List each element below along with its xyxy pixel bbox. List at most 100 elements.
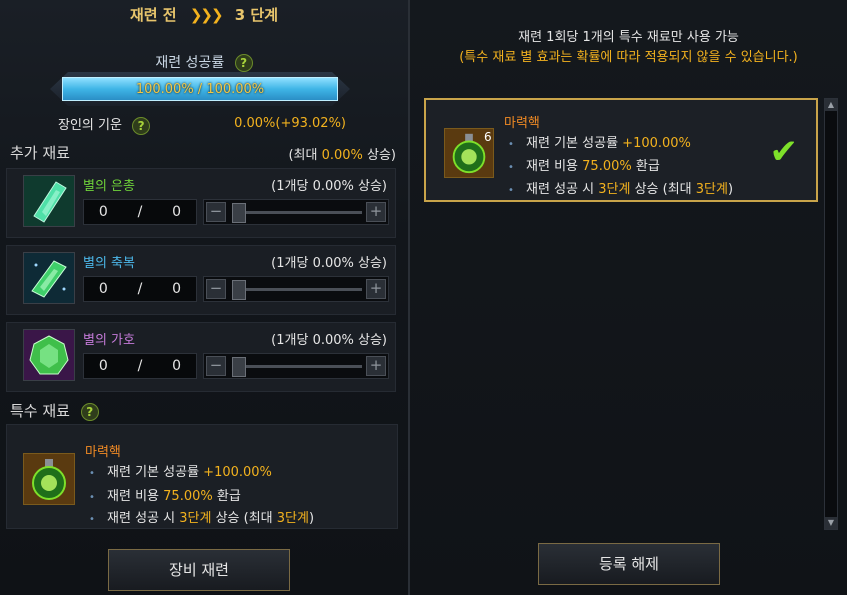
- material-qty-max: 0: [172, 281, 182, 297]
- effect-text: 재련 성공 시: [526, 182, 599, 197]
- extra-materials-title: 추가 재료: [10, 144, 70, 162]
- extra-max-value: 0.00%: [321, 148, 363, 163]
- extra-max-prefix: (최대: [288, 148, 322, 163]
- special-name: 마력핵: [504, 116, 540, 131]
- material-quantity: 0 / 0: [83, 199, 197, 225]
- material-row-star-protection: 별의 가호 (1개당 0.00% 상승) 0 / 0 − +: [6, 322, 396, 392]
- notice-line-1: 재련 1회당 1개의 특수 재료만 사용 가능: [518, 30, 739, 45]
- slider-track[interactable]: [232, 288, 362, 291]
- material-quantity: 0 / 0: [83, 353, 197, 379]
- effect-text: 상승 (최대: [630, 182, 696, 197]
- material-qty: 0: [98, 358, 108, 374]
- material-name: 별의 가호: [83, 333, 135, 348]
- plus-button[interactable]: +: [366, 279, 386, 299]
- material-qty-sep: /: [137, 281, 143, 297]
- effect-value: 3단계: [695, 182, 728, 197]
- slider-track[interactable]: [232, 365, 362, 368]
- refine-panel: 재련 전 ❯❯❯ 3 단계 재련 성공률 ? 100.00% / 100.00%…: [0, 0, 408, 595]
- success-rate-title: 재련 성공률 ?: [0, 52, 408, 72]
- effect-text: 상승 (최대: [211, 511, 277, 526]
- effect-text: 재련 기본 성공률: [107, 465, 204, 480]
- star-blessing-icon: [23, 252, 75, 304]
- special-material-list-panel: 재련 1회당 1개의 특수 재료만 사용 가능 (특수 재료 별 효과는 확률에…: [410, 0, 847, 595]
- slider-thumb[interactable]: [232, 280, 246, 300]
- star-protection-icon: [23, 329, 75, 381]
- notice-line-2: (특수 재료 별 효과는 확률에 따라 적용되지 않을 수 있습니다.): [459, 50, 798, 65]
- slider-thumb[interactable]: [232, 357, 246, 377]
- unregister-button[interactable]: 등록 해제: [538, 543, 720, 585]
- registered-special-material[interactable]: 6 마력핵 재련 기본 성공률 +100.00% 재련 비용 75.00% 환급…: [424, 98, 818, 202]
- minus-button[interactable]: −: [206, 279, 226, 299]
- material-slider[interactable]: − +: [203, 353, 389, 379]
- minus-button[interactable]: −: [206, 202, 226, 222]
- effect-text: 환급: [212, 489, 241, 504]
- special-material-slot[interactable]: 마력핵 재련 기본 성공률 +100.00% 재련 비용 75.00% 환급 재…: [6, 424, 398, 529]
- material-qty-sep: /: [137, 204, 143, 220]
- effect-text: 재련 비용: [526, 159, 583, 174]
- special-effect-3: 재련 성공 시 3단계 상승 (최대 3단계): [89, 507, 314, 526]
- help-icon[interactable]: ?: [80, 402, 99, 421]
- effect-text: 재련 비용: [107, 489, 164, 504]
- material-qty-max: 0: [172, 204, 182, 220]
- artisan-label: 장인의 기운: [58, 118, 122, 133]
- effect-value: 3단계: [276, 511, 309, 526]
- stage-before-label: 재련 전: [129, 6, 177, 24]
- plus-button[interactable]: +: [366, 202, 386, 222]
- effect-value: 3단계: [598, 182, 631, 197]
- material-slider[interactable]: − +: [203, 276, 389, 302]
- effect-text: ): [308, 511, 315, 526]
- item-count: 6: [484, 130, 492, 144]
- effect-text: 환급: [631, 159, 660, 174]
- help-icon[interactable]: ?: [234, 54, 253, 72]
- artisan-value: 0.00%(+93.02%): [234, 116, 346, 131]
- success-rate-value: 100.00% / 100.00%: [135, 81, 265, 97]
- equip-refine-button[interactable]: 장비 재련: [108, 549, 290, 591]
- stage-after-label: 3 단계: [234, 6, 279, 24]
- special-title-label: 특수 재료: [10, 402, 70, 420]
- effect-text: 재련 성공 시: [107, 511, 180, 526]
- slider-track[interactable]: [232, 211, 362, 214]
- artisan-energy: 장인의 기운 ?: [58, 114, 151, 135]
- material-quantity: 0 / 0: [83, 276, 197, 302]
- success-rate-label: 재련 성공률: [155, 55, 225, 71]
- special-effect-2: 재련 비용 75.00% 환급: [508, 155, 660, 174]
- slider-thumb[interactable]: [232, 203, 246, 223]
- effect-value: 75.00%: [582, 159, 632, 174]
- scroll-up-icon[interactable]: ▲: [825, 99, 837, 111]
- special-name: 마력핵: [85, 445, 121, 460]
- material-qty: 0: [98, 281, 108, 297]
- mana-core-icon: [23, 453, 75, 505]
- material-qty: 0: [98, 204, 108, 220]
- star-grace-icon: [23, 175, 75, 227]
- effect-text: ): [727, 182, 734, 197]
- material-qty-max: 0: [172, 358, 182, 374]
- material-qty-sep: /: [137, 358, 143, 374]
- material-increase: (1개당 0.00% 상승): [271, 179, 387, 194]
- effect-value: 3단계: [179, 511, 212, 526]
- material-name: 별의 축복: [83, 256, 135, 271]
- material-row-star-blessing: 별의 축복 (1개당 0.00% 상승) 0 / 0 − +: [6, 245, 396, 315]
- effect-value: +100.00%: [622, 136, 691, 151]
- effect-text: 재련 기본 성공률: [526, 136, 623, 151]
- effect-value: 75.00%: [163, 489, 213, 504]
- special-effect-3: 재련 성공 시 3단계 상승 (최대 3단계): [508, 178, 733, 197]
- material-name: 별의 은총: [83, 179, 135, 194]
- scroll-down-icon[interactable]: ▼: [825, 517, 837, 529]
- extra-max-suffix: 상승): [362, 148, 396, 163]
- extra-max-note: (최대 0.00% 상승): [288, 144, 396, 163]
- success-rate-bar: 100.00% / 100.00%: [62, 77, 338, 101]
- stage-arrow-icon: ❯❯❯: [189, 6, 224, 24]
- special-materials-title: 특수 재료 ?: [10, 400, 99, 421]
- special-effect-2: 재련 비용 75.00% 환급: [89, 485, 241, 504]
- material-slider[interactable]: − +: [203, 199, 389, 225]
- plus-button[interactable]: +: [366, 356, 386, 376]
- special-effect-1: 재련 기본 성공률 +100.00%: [89, 461, 272, 480]
- help-icon[interactable]: ?: [132, 116, 151, 135]
- minus-button[interactable]: −: [206, 356, 226, 376]
- material-row-star-grace: 별의 은총 (1개당 0.00% 상승) 0 / 0 − +: [6, 168, 396, 238]
- list-scrollbar[interactable]: ▲ ▼: [824, 98, 838, 530]
- special-effect-1: 재련 기본 성공률 +100.00%: [508, 132, 691, 151]
- effect-value: +100.00%: [203, 465, 272, 480]
- material-increase: (1개당 0.00% 상승): [271, 333, 387, 348]
- material-increase: (1개당 0.00% 상승): [271, 256, 387, 271]
